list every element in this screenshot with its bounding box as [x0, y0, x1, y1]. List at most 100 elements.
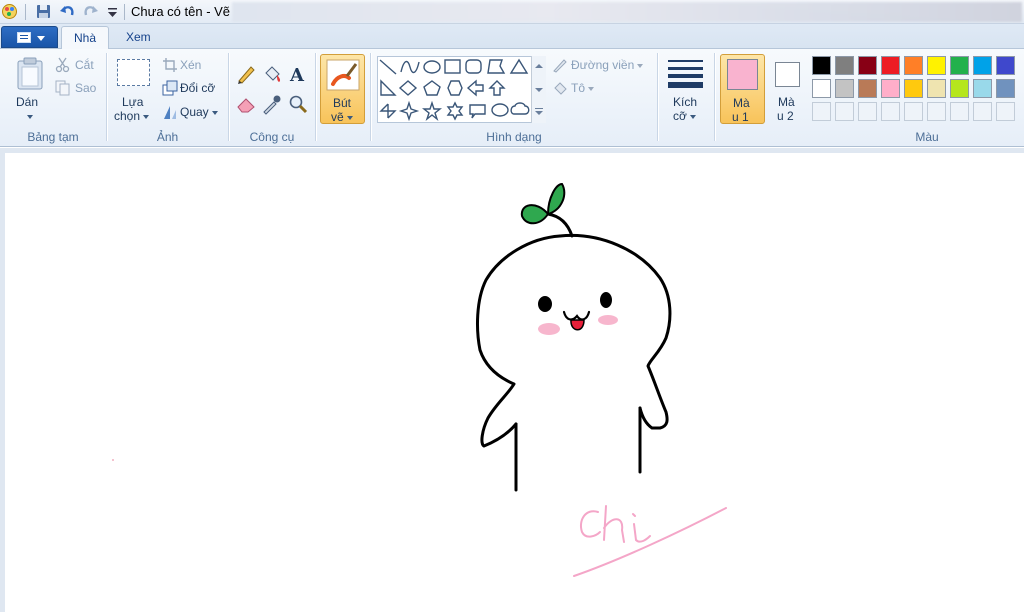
title-separator [124, 4, 125, 20]
fill-dropdown-arrow [588, 86, 595, 91]
cut-label: Cắt [75, 58, 94, 72]
undo-icon[interactable] [59, 3, 76, 20]
right-eye [600, 292, 612, 308]
arrow-up-shape-icon [488, 80, 506, 96]
head-outline-left [476, 234, 562, 448]
brushes-label-line2: vẽ [331, 110, 353, 124]
palette-color-swatch[interactable] [881, 56, 900, 75]
customize-quick-access-icon[interactable] [104, 3, 121, 20]
paint-app-icon[interactable] [1, 3, 18, 20]
line-shape-icon [379, 59, 397, 75]
color2-swatch [775, 62, 800, 87]
palette-color-swatch[interactable] [812, 79, 831, 98]
save-icon[interactable] [35, 3, 52, 20]
copy-button[interactable]: Sao [53, 79, 103, 97]
outline-label: Đường viền [571, 58, 644, 72]
select-dropdown-arrow [143, 114, 150, 119]
curve-shape-icon [400, 60, 420, 74]
rotate-label: Quay [180, 105, 218, 119]
fill-bucket-icon[interactable] [261, 63, 283, 85]
resize-label: Đổi cỡ [180, 81, 216, 95]
custom-color-slot[interactable] [973, 102, 992, 121]
custom-color-slot[interactable] [858, 102, 877, 121]
shapes-gallery-scrollbar[interactable] [531, 56, 546, 123]
menu-icon [17, 32, 31, 43]
custom-color-slot[interactable] [996, 102, 1015, 121]
palette-color-swatch[interactable] [973, 79, 992, 98]
outline-button[interactable]: Đường viền [551, 56, 651, 74]
palette-color-swatch[interactable] [973, 56, 992, 75]
arrow-left-shape-icon [466, 79, 484, 97]
polygon-shape-icon [487, 59, 506, 74]
text-tool-icon[interactable]: A [287, 63, 309, 85]
redo-icon[interactable] [82, 3, 99, 20]
cloud-callout-shape-icon [510, 102, 530, 115]
custom-color-slot[interactable] [904, 102, 923, 121]
drawing-canvas[interactable] [5, 153, 1024, 612]
title-bar: Chưa có tên - Vẽ [0, 0, 1024, 24]
rotate-button[interactable]: Quay [161, 103, 225, 121]
palette-color-swatch[interactable] [812, 56, 831, 75]
color1-button[interactable]: Mà u 1 [720, 54, 765, 124]
oval-callout-shape-icon [491, 103, 509, 117]
resize-button[interactable]: Đổi cỡ [161, 79, 223, 97]
custom-color-slot[interactable] [812, 102, 831, 121]
paint-menu-button[interactable] [1, 26, 58, 48]
custom-color-slot[interactable] [927, 102, 946, 121]
palette-color-swatch[interactable] [904, 56, 923, 75]
palette-color-swatch[interactable] [996, 56, 1015, 75]
right-blush [598, 315, 618, 325]
size-button[interactable]: Kích cỡ [664, 54, 708, 124]
palette-color-swatch[interactable] [904, 79, 923, 98]
line-width-icon [668, 58, 703, 88]
signature-c [580, 510, 601, 538]
palette-color-swatch[interactable] [950, 79, 969, 98]
fill-icon [554, 82, 567, 95]
shapes-group: Đường viền Tô Hình dạng [371, 49, 657, 147]
clipboard-icon [17, 57, 43, 90]
palette-color-swatch[interactable] [881, 79, 900, 98]
leaf-right [546, 182, 566, 216]
tools-group-label: Công cụ [249, 130, 295, 144]
leaf-left [520, 204, 550, 225]
paste-button[interactable]: Dán [10, 53, 50, 123]
palette-color-swatch[interactable] [927, 79, 946, 98]
brushes-dropdown-arrow [346, 115, 353, 120]
custom-color-slot[interactable] [881, 102, 900, 121]
cut-button[interactable]: Cắt [53, 56, 103, 74]
custom-color-slot[interactable] [950, 102, 969, 121]
scroll-up-icon[interactable] [535, 64, 543, 68]
palette-color-swatch[interactable] [927, 56, 946, 75]
palette-color-swatch[interactable] [858, 79, 877, 98]
palette-color-swatch[interactable] [996, 79, 1015, 98]
colors-group-label: Màu [915, 130, 939, 144]
eraser-icon[interactable] [235, 93, 257, 115]
palette-color-swatch[interactable] [950, 56, 969, 75]
color-picker-icon[interactable] [261, 93, 283, 115]
background-browser-tabs [232, 2, 1022, 22]
quick-access-separator [25, 4, 26, 20]
head-outline [558, 233, 672, 430]
color2-button[interactable]: Mà u 2 [768, 54, 808, 124]
select-label-line1: Lựa [122, 95, 144, 109]
tab-view[interactable]: Xem [114, 26, 163, 49]
magnifier-icon[interactable] [287, 93, 309, 115]
size-label-line1: Kích [673, 95, 698, 109]
fill-button[interactable]: Tô [551, 79, 651, 97]
brushes-button[interactable]: Bút vẽ [320, 54, 365, 124]
pencil-icon[interactable] [235, 63, 257, 85]
fill-label: Tô [571, 81, 595, 95]
crop-button[interactable]: Xén [161, 56, 223, 74]
custom-color-slot[interactable] [835, 102, 854, 121]
gallery-expand-icon[interactable] [535, 108, 543, 116]
tab-home[interactable]: Nhà [61, 26, 110, 50]
palette-color-swatch[interactable] [835, 79, 854, 98]
paste-dropdown-arrow [27, 115, 33, 119]
select-button[interactable]: Lựa chọn [113, 55, 157, 125]
palette-color-swatch[interactable] [835, 56, 854, 75]
outline-dropdown-arrow [637, 63, 644, 68]
shapes-group-label: Hình dạng [486, 130, 542, 144]
palette-color-swatch[interactable] [858, 56, 877, 75]
scroll-down-icon[interactable] [535, 88, 543, 92]
colors-group: Màu [810, 49, 1024, 147]
